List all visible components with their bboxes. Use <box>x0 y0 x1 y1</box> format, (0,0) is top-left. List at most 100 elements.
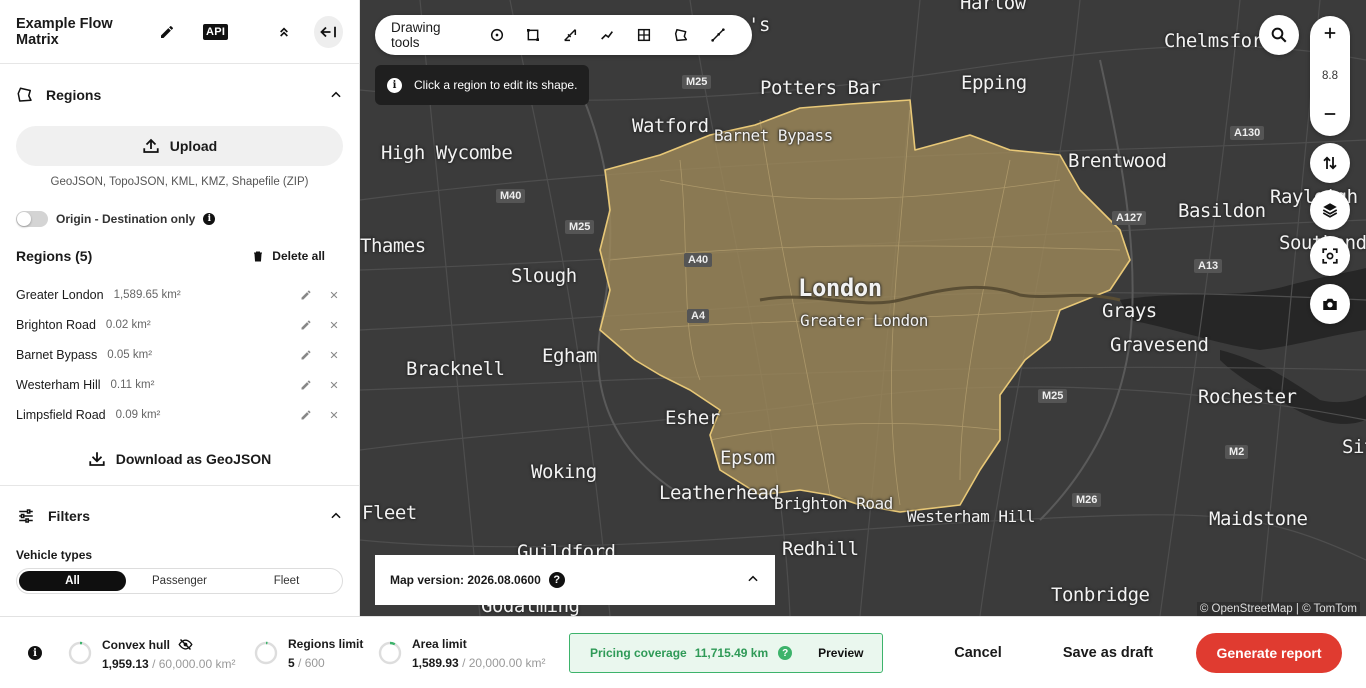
place-label: Greater London <box>800 311 928 330</box>
regions-limit-label: Regions limit <box>288 637 364 651</box>
close-icon <box>330 321 338 329</box>
place-label: Fleet <box>362 502 417 524</box>
edit-region-button[interactable] <box>297 316 315 334</box>
remove-region-button[interactable] <box>325 316 343 334</box>
eye-off-icon[interactable] <box>178 637 193 652</box>
regions-section-header[interactable]: Regions <box>0 64 359 126</box>
circle-tool-icon <box>490 28 503 42</box>
remove-region-button[interactable] <box>325 406 343 424</box>
chevron-up-icon[interactable] <box>329 509 343 523</box>
edit-region-button[interactable] <box>297 376 315 394</box>
trash-icon <box>254 251 263 261</box>
map-version-label: Map version: 2026.08.0600 <box>390 573 541 587</box>
place-label: Barnet Bypass <box>714 126 833 145</box>
regions-limit-value: 5 <box>288 656 295 670</box>
remove-region-button[interactable] <box>325 286 343 304</box>
grid-tool-button[interactable] <box>626 24 663 46</box>
expand-collapse-button[interactable] <box>276 24 292 40</box>
upload-label: Upload <box>169 138 218 154</box>
layers-button[interactable] <box>1310 190 1350 230</box>
region-name: Barnet Bypass <box>16 348 98 362</box>
download-geojson-button[interactable]: Download as GeoJSON <box>0 436 359 486</box>
place-label: Brentwood <box>1068 150 1167 172</box>
screenshot-button[interactable] <box>1310 284 1350 324</box>
vehicle-type-fleet[interactable]: Fleet <box>233 571 340 591</box>
list-item[interactable]: Westerham Hill 0.11 km² <box>0 370 359 400</box>
circle-tool-button[interactable] <box>478 24 515 46</box>
regions-count: Regions (5) <box>16 248 93 264</box>
collapse-sidebar-button[interactable] <box>314 15 343 48</box>
preview-button[interactable]: Preview <box>818 646 863 660</box>
vehicle-type-passenger[interactable]: Passenger <box>126 571 233 591</box>
help-icon[interactable]: ? <box>548 572 565 588</box>
fit-bounds-button[interactable] <box>1310 236 1350 276</box>
remove-region-button[interactable] <box>325 376 343 394</box>
edit-title-button[interactable] <box>159 24 175 40</box>
region-area: 0.09 km² <box>115 409 161 421</box>
vehicle-type-all[interactable]: All <box>19 571 126 591</box>
convex-hull-value: 1,959.13 <box>102 657 149 671</box>
zoom-in-button[interactable] <box>1323 26 1337 45</box>
place-label: Woking <box>531 461 597 483</box>
region-name: Limpsfield Road <box>16 408 106 422</box>
map-canvas[interactable]: Harlow 's Chelmsford Potters Bar Epping … <box>360 0 1366 616</box>
bottom-bar: i Convex hull 1,959.13 / 60,000.00 km² R… <box>0 616 1366 688</box>
list-item[interactable]: Greater London 1,589.65 km² <box>0 280 359 310</box>
route-tool-button[interactable] <box>589 24 626 46</box>
cancel-button[interactable]: Cancel <box>940 633 1016 673</box>
place-label: Brighton Road <box>774 494 893 513</box>
info-icon[interactable]: i <box>203 213 216 225</box>
list-item[interactable]: Limpsfield Road 0.09 km² <box>0 400 359 430</box>
delete-all-button[interactable]: Delete all <box>252 249 325 263</box>
od-only-toggle[interactable] <box>16 211 48 227</box>
help-icon[interactable]: ? <box>778 646 793 660</box>
swap-direction-button[interactable] <box>1310 143 1350 183</box>
line-tool-button[interactable] <box>552 24 589 46</box>
close-icon <box>330 291 338 299</box>
edit-hint-text: Click a region to edit its shape. <box>414 78 578 92</box>
edit-region-button[interactable] <box>297 286 315 304</box>
save-draft-button[interactable]: Save as draft <box>1052 633 1164 673</box>
road-shield: A13 <box>1194 259 1223 273</box>
list-item[interactable]: Brighton Road 0.02 km² <box>0 310 359 340</box>
zoom-out-button[interactable] <box>1323 107 1337 126</box>
vehicle-type-selector: All Passenger Fleet <box>16 568 343 594</box>
filters-section-label: Filters <box>48 508 91 524</box>
place-label: Grays <box>1102 300 1157 322</box>
area-limit-value: 1,589.93 <box>412 656 459 670</box>
map-attribution[interactable]: © OpenStreetMap | © TomTom <box>1196 602 1360 616</box>
info-icon: i <box>387 77 402 93</box>
road-shield: M25 <box>1038 389 1068 403</box>
place-label: Slough <box>511 265 577 287</box>
minus-icon <box>1324 113 1336 115</box>
freehand-tool-button[interactable] <box>699 24 736 46</box>
pencil-icon <box>301 320 311 330</box>
api-button[interactable]: API <box>202 23 229 40</box>
chevron-up-icon[interactable] <box>329 88 343 102</box>
road-shield: M2 <box>1225 445 1249 459</box>
regions-limit-max: / 600 <box>298 656 325 670</box>
chevron-up-icon[interactable] <box>746 572 760 589</box>
map-version-panel[interactable]: Map version: 2026.08.0600 ? <box>375 555 775 605</box>
list-item[interactable]: Barnet Bypass 0.05 km² <box>0 340 359 370</box>
place-label: Tonbridge <box>1051 584 1150 606</box>
filters-section-header[interactable]: Filters <box>0 486 359 546</box>
download-label: Download as GeoJSON <box>115 450 272 467</box>
convex-hull-limit: / 60,000.00 km² <box>152 657 236 671</box>
edit-region-button[interactable] <box>297 346 315 364</box>
place-label: Leatherhead <box>659 482 780 504</box>
remove-region-button[interactable] <box>325 346 343 364</box>
upload-button[interactable]: Upload <box>16 126 343 166</box>
search-button[interactable] <box>1259 15 1299 55</box>
place-label: Esher <box>665 407 720 429</box>
line-tool-icon <box>564 29 577 42</box>
area-limit-label: Area limit <box>412 637 467 651</box>
sidebar: Example Flow Matrix API Regions Upload G… <box>0 0 360 616</box>
generate-report-button[interactable]: Generate report <box>1196 633 1342 673</box>
info-icon[interactable]: i <box>28 646 42 660</box>
rectangle-tool-button[interactable] <box>515 24 552 46</box>
place-label: High Wycombe <box>381 142 513 164</box>
edit-region-button[interactable] <box>297 406 315 424</box>
place-label: Epping <box>961 72 1027 94</box>
polygon-tool-button[interactable] <box>662 24 699 46</box>
